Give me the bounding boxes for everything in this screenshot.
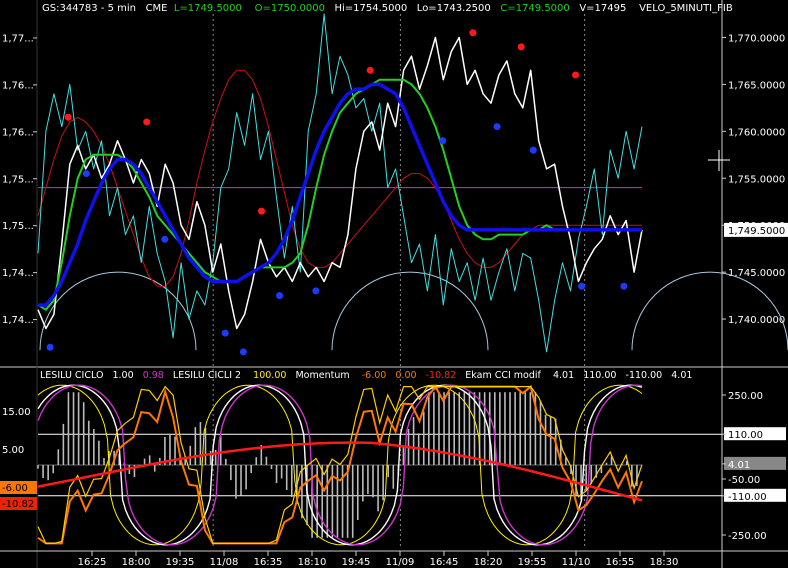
ind4-name: Ekam CCI modif (465, 370, 541, 381)
x-tick-label: 18:20 (474, 557, 503, 568)
ind4-val4: 4.01 (671, 370, 693, 381)
red-signal-dot (257, 207, 265, 215)
blue-signal-dot (239, 348, 247, 356)
price-right-tick-label: 1,760.0000 (728, 127, 785, 138)
osc-right-tick-label: 250.00 (728, 391, 763, 402)
x-tick-label: 19:45 (342, 557, 371, 568)
red-signal-dot (517, 43, 525, 51)
cycle-arc-0 (39, 271, 197, 351)
blue-signal-dot (312, 287, 320, 295)
blue-signal-dot (276, 292, 284, 300)
x-tick-label: 11/10 (562, 557, 591, 568)
blue-signal-dot (82, 170, 90, 178)
study-label: VELO_5MINUTI_FIB (639, 3, 733, 14)
open-label: O=1750.0000 (254, 3, 325, 14)
blue-signal-dot (221, 329, 229, 337)
ind1-val2: 0.98 (142, 370, 164, 381)
osc-left-tick-label: 5.00 (2, 445, 24, 456)
osc-right-tick-label: 4.01 (728, 460, 750, 471)
indicator-header: LESILU CICLO 1.00 0.98 LESILU CICLI 2 10… (40, 370, 692, 381)
blue-signal-dot (578, 282, 586, 290)
ind3-val: -6.00 (361, 370, 387, 381)
ind2-val: 100.00 (253, 370, 287, 381)
red-signal-dot (572, 71, 580, 79)
price-left-tick-label: 1,74... (2, 315, 34, 326)
x-tick-label: 16:55 (606, 557, 635, 568)
x-tick-label: 16:25 (78, 557, 107, 568)
chart-canvas: 1,770.0000 1,77... 1,765.0000 1,76... 1,760.… (0, 0, 788, 568)
x-tick-label: 19:55 (518, 557, 547, 568)
high-label: Hi=1754.5000 (334, 3, 408, 14)
ind4-val2: 110.00 (583, 370, 617, 381)
last-value-label: 1,749.5000 (728, 226, 785, 237)
ind1-val: 1.00 (112, 370, 134, 381)
price-line (37, 36, 643, 330)
blue-signal-dot (161, 235, 169, 243)
x-tick-label: 16:35 (254, 557, 283, 568)
osc-right-tick-label: -250.00 (728, 531, 767, 542)
osc-right-tick-label: -50.00 (728, 475, 760, 486)
cyan-line (37, 13, 643, 353)
price-right-tick-label: 1,740.0000 (728, 315, 785, 326)
ind2-name: LESILU CICLI 2 (172, 370, 242, 381)
blue-signal-dot (46, 343, 54, 351)
ind3-val3: -10.82 (425, 370, 457, 381)
ind3-val2: 0.00 (395, 370, 417, 381)
osc-right-tick-label: 110.00 (728, 430, 763, 441)
price-right-tick-label: 1,755.0000 (728, 174, 785, 185)
price-right-tick-label: 1,745.0000 (728, 268, 785, 279)
x-tick-label: 18:30 (650, 557, 679, 568)
red-signal-dot (469, 29, 477, 37)
green-average-line (37, 78, 642, 311)
ind4-val: 4.01 (552, 370, 575, 381)
close-label: C=1749.5000 (500, 3, 570, 14)
blue-signal-dot (620, 282, 628, 290)
price-left-tick-label: 1,75... (2, 221, 34, 232)
volume-label: V=17495 (579, 3, 627, 14)
ind4-val3: -110.00 (625, 370, 663, 381)
low-label: Lo=1743.2500 (416, 3, 491, 14)
cycle-arc-1 (331, 271, 489, 351)
symbol-label: GS:344783 - 5 min (42, 3, 137, 14)
price-left-tick-label: 1,77... (2, 33, 34, 44)
osc-left-tick-label: -6.00 (2, 483, 28, 494)
x-tick-label: 11/09 (386, 557, 415, 568)
ind3-name: Momentum (295, 370, 350, 381)
price-left-tick-label: 1,75... (2, 174, 34, 185)
x-tick-label: 16:45 (430, 557, 459, 568)
blue-signal-dot (439, 137, 447, 145)
red-signal-dot (143, 118, 151, 126)
price-right-tick-label: 1,770.0000 (728, 33, 785, 44)
osc-right-tick-label: -110.00 (728, 492, 767, 503)
last-label: L=1749.5000 (173, 3, 242, 14)
x-tick-label: 18:00 (122, 557, 151, 568)
blue-signal-dot (493, 123, 501, 131)
osc-left-tick-label: 15.00 (2, 407, 31, 418)
blue-signal-dot (529, 146, 537, 154)
price-left-tick-label: 1,74... (2, 268, 34, 279)
x-tick-label: 19:35 (166, 557, 195, 568)
price-right-tick-label: 1,765.0000 (728, 80, 785, 91)
exchange-label: CME (145, 3, 168, 14)
red-signal-dot (64, 113, 72, 121)
price-header: GS:344783 - 5 min CME L=1749.5000 O=1750… (42, 3, 733, 14)
price-left-tick-label: 1,76... (2, 127, 34, 138)
blue-average-line (38, 82, 642, 307)
x-tick-label: 18:10 (298, 557, 327, 568)
cycle-arc-2 (631, 271, 788, 351)
osc-left-tick-label: -10.82 (2, 499, 34, 510)
red-signal-dot (366, 66, 374, 74)
price-left-tick-label: 1,76... (2, 80, 34, 91)
x-tick-label: 11/08 (210, 557, 239, 568)
ind1-name: LESILU CICLO (40, 370, 104, 381)
